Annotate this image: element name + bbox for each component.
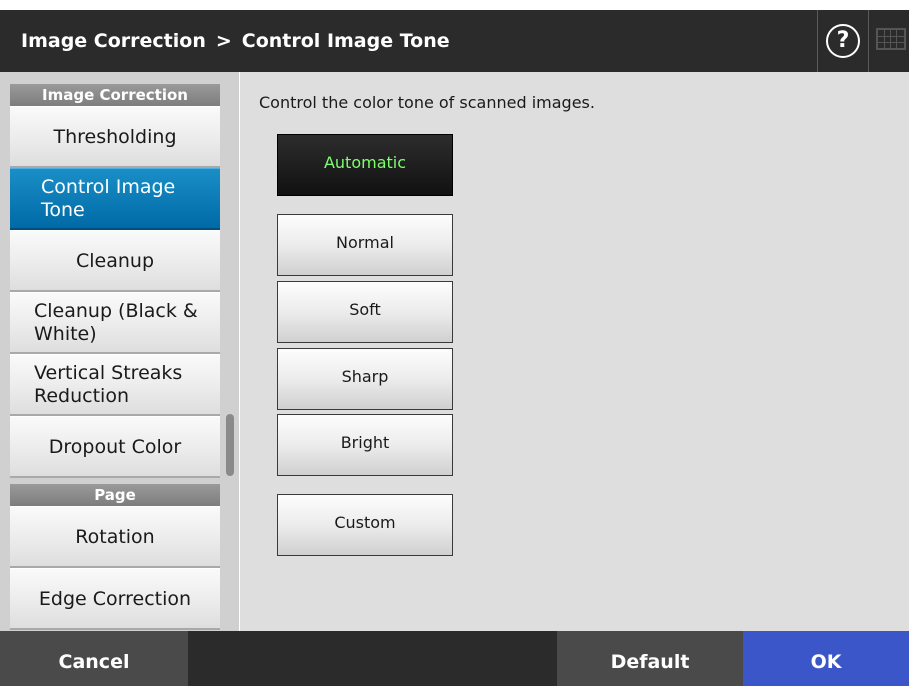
default-button[interactable]: Default bbox=[557, 631, 743, 686]
section-header-page: Page bbox=[10, 484, 220, 506]
sidebar-item-label: Vertical Streaks Reduction bbox=[34, 361, 183, 407]
help-button[interactable]: ? bbox=[817, 10, 869, 72]
keyboard-button[interactable] bbox=[870, 10, 909, 72]
title-page: Control Image Tone bbox=[241, 30, 450, 52]
sidebar-item-label: Thresholding bbox=[53, 125, 177, 148]
tone-normal-button[interactable]: Normal bbox=[277, 214, 453, 276]
tone-bright-button[interactable]: Bright bbox=[277, 414, 453, 476]
sidebar-item-thresholding[interactable]: Thresholding bbox=[10, 106, 220, 168]
tone-button-label: Bright bbox=[340, 432, 390, 452]
sidebar-scrollbar[interactable] bbox=[226, 414, 234, 476]
sidebar-item-vertical-streaks[interactable]: Vertical Streaks Reduction bbox=[10, 354, 220, 416]
tone-button-label: Sharp bbox=[341, 366, 389, 386]
sidebar-item-cleanup[interactable]: Cleanup bbox=[10, 230, 220, 292]
section-header-image-correction: Image Correction bbox=[10, 84, 220, 106]
sidebar-item-label: Control Image Tone bbox=[41, 175, 176, 221]
sidebar-item-cleanup-bw[interactable]: Cleanup (Black & White) bbox=[10, 292, 220, 354]
page-title: Image Correction > Control Image Tone bbox=[21, 10, 450, 72]
sidebar-item-rotation[interactable]: Rotation bbox=[10, 506, 220, 568]
title-section: Image Correction bbox=[21, 30, 206, 52]
sidebar-item-dropout-color[interactable]: Dropout Color bbox=[10, 416, 220, 478]
sidebar-item-label: Dropout Color bbox=[48, 435, 182, 458]
keyboard-icon bbox=[876, 28, 906, 50]
title-separator: > bbox=[215, 30, 232, 52]
sidebar-item-label: Cleanup (Black & White) bbox=[34, 299, 198, 345]
tone-soft-button[interactable]: Soft bbox=[277, 281, 453, 343]
app-window: Image Correction > Control Image Tone ? Im… bbox=[0, 0, 909, 686]
tone-automatic-button[interactable]: Automatic bbox=[277, 134, 453, 196]
tone-custom-button[interactable]: Custom bbox=[277, 494, 453, 556]
tone-button-label: Custom bbox=[334, 512, 396, 532]
help-icon: ? bbox=[826, 24, 860, 58]
sidebar-item-control-image-tone[interactable]: Control Image Tone bbox=[10, 168, 220, 230]
tone-button-label: Normal bbox=[336, 232, 394, 252]
title-bar: Image Correction > Control Image Tone bbox=[0, 10, 909, 72]
tone-button-label: Automatic bbox=[323, 152, 407, 172]
sidebar-item-label: Cleanup bbox=[75, 249, 155, 272]
sidebar-item-label: Edge Correction bbox=[38, 587, 192, 610]
instruction-text: Control the color tone of scanned images… bbox=[259, 93, 595, 112]
sidebar-item-label: Rotation bbox=[75, 525, 155, 548]
cancel-button[interactable]: Cancel bbox=[0, 631, 188, 686]
tone-sharp-button[interactable]: Sharp bbox=[277, 348, 453, 410]
ok-button[interactable]: OK bbox=[743, 631, 909, 686]
tone-button-label: Soft bbox=[349, 299, 381, 319]
sidebar-item-edge-correction[interactable]: Edge Correction bbox=[10, 568, 220, 630]
